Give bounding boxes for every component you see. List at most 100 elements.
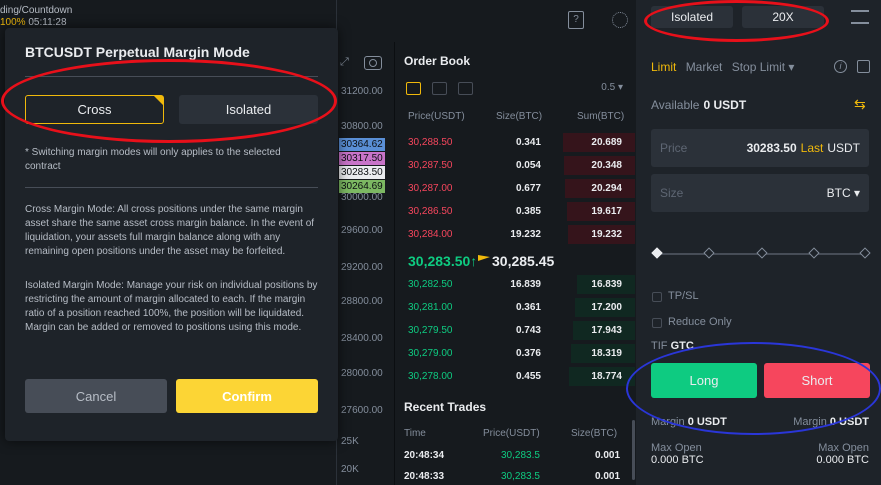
bid-price: 30,279.50 [408,325,453,336]
reduce-only-checkbox[interactable] [652,318,662,328]
bid-size: 0.376 [515,348,541,359]
flag-icon [478,255,490,261]
help-icon[interactable]: ? [568,11,584,29]
bid-row[interactable]: 30,279.50 0.743 17.943 [395,320,635,341]
bid-row[interactable]: 30,279.00 0.376 18.319 [395,343,635,364]
bid-size: 0.743 [515,325,541,336]
ask-sum: 19.232 [591,229,622,240]
bid-row[interactable]: 30,282.50 16.839 16.839 [395,274,635,295]
max-open-right: Max Open 0.000 BTC [816,442,869,466]
countdown-time: 05:11:28 [28,17,67,28]
max-open-label: Max Open [818,442,869,454]
header-sum: Sum(BTC) [577,111,625,122]
calculator-icon[interactable] [857,60,870,73]
isolated-description: Isolated Margin Mode: Manage your risk o… [25,280,318,333]
y-tick: 27600.00 [341,405,383,416]
bid-size: 0.361 [515,302,541,313]
ask-row[interactable]: 30,284.00 19.232 19.232 [395,224,635,245]
trade-time: 20:48:33 [404,471,445,482]
available-balance: Available 0 USDT [651,98,746,112]
trade-price: 30,283.5 [501,471,540,482]
tab-market[interactable]: Market [686,60,723,74]
bid-row[interactable]: 30,278.00 0.455 18.774 [395,366,635,387]
price-tag: 30283.50 [339,166,385,179]
price-axis: 31200.00 30800.00 30364.62 30317.50 3028… [336,0,392,485]
cross-description: Cross Margin Mode: All cross positions u… [25,204,315,257]
tab-stop-limit[interactable]: Stop Limit ▾ [732,60,795,74]
confirm-button[interactable]: Confirm [176,379,318,413]
price-number: 30283.50 [746,141,797,155]
mark-price: 30,285.45 [492,253,555,269]
both-view-icon[interactable] [406,82,421,95]
dialog-title: BTCUSDT Perpetual Margin Mode [25,44,250,60]
asks-view-icon[interactable] [458,82,473,95]
available-value: 0 USDT [703,98,747,112]
scrollbar[interactable] [632,420,635,480]
bid-price: 30,279.00 [408,348,453,359]
header-price: Price(USDT) [483,428,540,439]
info-icon[interactable]: i [834,60,847,73]
bid-price: 30,281.00 [408,302,453,313]
annotation-ellipse-cross [1,59,337,143]
ask-row[interactable]: 30,286.50 0.385 19.617 [395,201,635,222]
size-unit-select[interactable]: BTC ▾ [827,186,860,200]
ask-sum: 20.348 [591,160,622,171]
countdown-info: ding/Countdown 100% 05:11:28 [0,5,72,29]
slider-mark-100[interactable] [859,247,871,259]
size-label: Size [660,186,684,200]
countdown-label: ding/Countdown [0,5,73,16]
ask-size: 0.054 [515,160,541,171]
price-label: Price [660,141,688,155]
divider [25,187,318,188]
order-book-title: Order Book [404,54,471,68]
last-link[interactable]: Last [801,141,824,155]
transfer-icon[interactable]: ⇆ [854,96,866,113]
ask-price: 30,286.50 [408,206,453,217]
ask-row[interactable]: 30,287.50 0.054 20.348 [395,155,635,176]
header-price: Price(USDT) [408,111,465,122]
slider-handle[interactable] [651,247,663,259]
reduce-only-label: Reduce Only [668,316,732,328]
ask-row[interactable]: 30,288.50 0.341 20.689 [395,132,635,153]
ask-row[interactable]: 30,287.00 0.677 20.294 [395,178,635,199]
expand-icon[interactable]: ⤢ [340,56,349,69]
last-price: 30,283.50↑ [408,253,478,269]
slider-mark-25[interactable] [703,247,715,259]
price-tag: 30317.50 [339,152,385,165]
tpsl-checkbox[interactable] [652,292,662,302]
price-tag: 30364.62 [339,138,385,151]
max-open-value: 0.000 BTC [651,454,704,466]
y-tick: 25K [341,436,359,447]
ask-price: 30,287.50 [408,160,453,171]
trade-price: 30,283.5 [501,450,540,461]
tab-limit[interactable]: Limit [651,60,676,74]
bid-sum: 17.200 [591,302,622,313]
theme-icon[interactable] [612,12,628,28]
camera-icon[interactable] [364,56,382,70]
recent-trades-title: Recent Trades [404,400,487,414]
bid-size: 0.455 [515,371,541,382]
precision-select[interactable]: 0.5 ▾ [585,82,623,99]
price-input[interactable]: Price 30283.50 Last USDT [651,129,869,167]
max-open-value: 0.000 BTC [816,454,869,466]
slider-mark-75[interactable] [808,247,820,259]
y-tick: 28000.00 [341,368,383,379]
tpsl-label: TP/SL [668,290,699,302]
bids-view-icon[interactable] [432,82,447,95]
y-tick: 29600.00 [341,225,383,236]
ask-price: 30,287.00 [408,183,453,194]
size-input[interactable]: Size BTC ▾ [651,174,869,212]
slider-mark-50[interactable] [756,247,768,259]
ask-sum: 20.294 [591,183,622,194]
countdown-percent: 100% [0,17,26,28]
bid-price: 30,282.50 [408,279,453,290]
y-tick: 20K [341,464,359,475]
max-open-label: Max Open [651,442,702,454]
bid-row[interactable]: 30,281.00 0.361 17.200 [395,297,635,318]
cancel-button[interactable]: Cancel [25,379,167,413]
settings-slider-icon[interactable] [851,10,869,24]
y-tick: 28400.00 [341,333,383,344]
bid-sum: 16.839 [591,279,622,290]
bid-price: 30,278.00 [408,371,453,382]
bid-sum: 18.319 [591,348,622,359]
